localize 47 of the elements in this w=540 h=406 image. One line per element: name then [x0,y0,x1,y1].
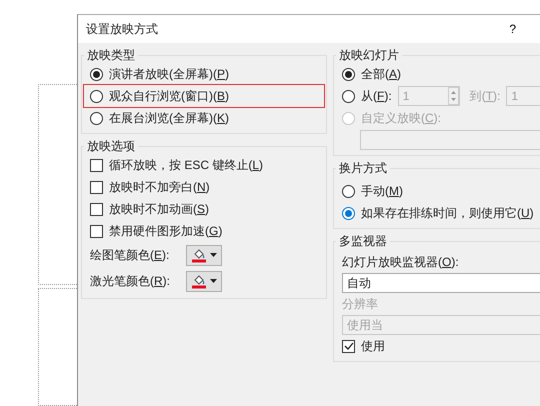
group-title: 放映选项 [86,140,136,152]
help-button[interactable]: ? [509,20,516,38]
dropdown-field[interactable] [360,130,540,150]
group-title: 放映类型 [86,49,136,61]
field-label: 绘图笔颜色(E): [90,247,170,264]
resolution-dropdown[interactable]: 使用当 [342,315,540,335]
field-label: 到(T): [470,88,500,105]
option-label: 放映时不加动画(S) [109,201,210,218]
field-label: 分辨率 [342,296,378,313]
radio-button[interactable] [342,68,355,80]
group-title: 换片方式 [338,162,388,174]
number-field[interactable]: 1 [506,86,540,106]
number-field[interactable]: 1 [398,86,460,106]
checkbox[interactable] [342,340,355,352]
option-label: 循环放映，按 ESC 键终止(L) [109,157,264,174]
monitor-dropdown[interactable]: 自动 [342,273,540,293]
option-label: 从(F): [361,88,392,105]
option-label: 演讲者放映(全屏幕)(P) [109,66,230,83]
field-label: 幻灯片放映监视器(O): [342,254,459,271]
option-label: 在展台浏览(全屏幕)(K) [109,110,230,127]
checkbox[interactable] [90,180,103,194]
radio-button[interactable] [342,90,355,102]
radio-button[interactable] [90,90,103,102]
radio-button[interactable] [90,112,103,124]
option-label: 如果存在排练时间，则使用它(U) [361,205,534,222]
checkbox[interactable] [90,202,103,216]
group-title: 放映幻灯片 [338,49,400,61]
option-label: 观众自行浏览(窗口)(B) [109,88,230,105]
radio-button[interactable] [342,206,355,220]
group-title: 多监视器 [338,235,388,247]
option-label: 手动(M) [361,183,403,200]
color-picker-button[interactable] [186,270,222,292]
color-picker-button[interactable] [186,244,222,266]
checkbox[interactable] [90,158,103,172]
field-value: 1 [402,88,410,105]
option-label: 放映时不加旁白(N) [109,179,210,196]
radio-button[interactable] [90,68,103,80]
option-label: 自定义放映(C): [361,110,442,127]
option-label: 全部(A) [361,66,402,83]
radio-button[interactable] [342,184,355,198]
caret-icon [210,253,217,257]
field-label: 激光笔颜色(R): [90,273,172,290]
checkbox[interactable] [90,224,103,238]
window-title: 设置放映方式 [86,21,158,38]
option-label: 使用 [361,338,385,355]
caret-icon [210,279,217,283]
option-label: 禁用硬件图形加速(G) [109,223,222,240]
